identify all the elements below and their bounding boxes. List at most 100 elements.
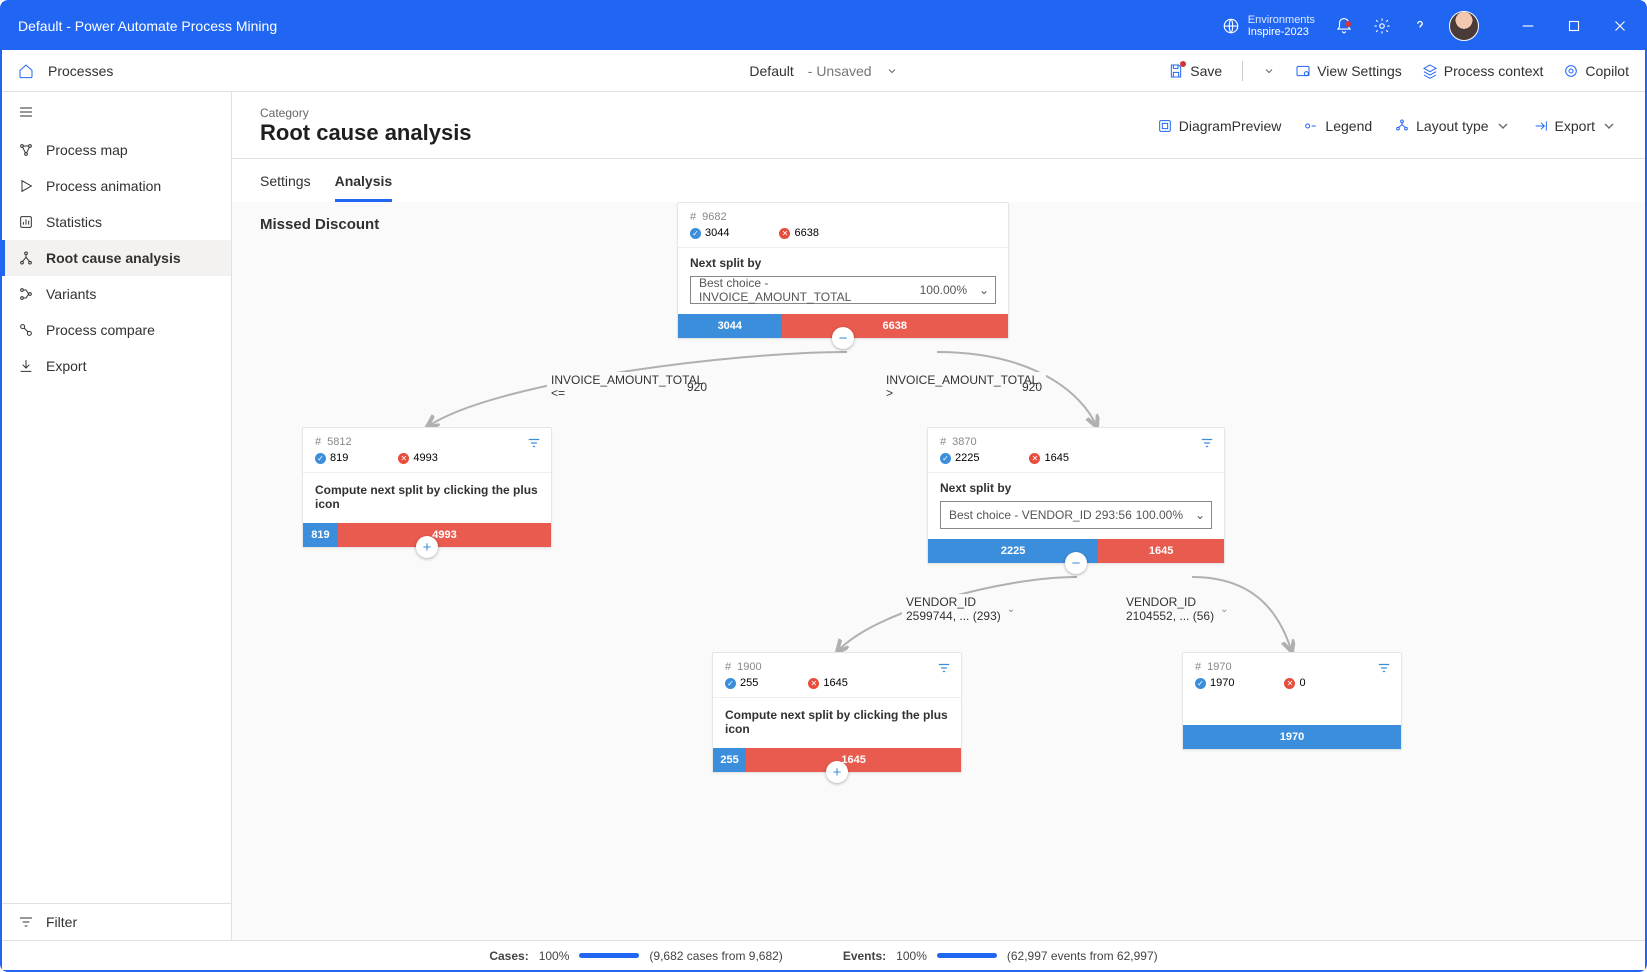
chevron-down-icon[interactable]: ⌄ xyxy=(1007,604,1015,615)
node-count: 1900 xyxy=(737,661,761,673)
page-title: Root cause analysis xyxy=(260,120,472,146)
play-icon xyxy=(18,178,34,194)
diagram-preview-button[interactable]: DiagramPreview xyxy=(1157,118,1282,134)
collapse-button[interactable]: − xyxy=(832,327,854,349)
diagram-canvas[interactable]: Missed Discount INVOICE_AMOUNT_TOTAL <= … xyxy=(232,202,1645,940)
x-icon: ✕ xyxy=(779,228,790,239)
node-count: 5812 xyxy=(327,436,351,448)
window-close-icon[interactable] xyxy=(1611,17,1629,35)
sidebar-item-process-animation[interactable]: Process animation xyxy=(2,168,231,204)
environment-icon xyxy=(1222,17,1240,35)
sidebar-item-statistics[interactable]: Statistics xyxy=(2,204,231,240)
process-map-icon xyxy=(18,142,34,158)
chevron-down-icon: ⌄ xyxy=(1195,508,1205,522)
hamburger-button[interactable] xyxy=(2,92,231,132)
edge-label-4: VENDOR_ID 2104552, ... (56) ⌄ xyxy=(1122,594,1232,625)
breadcrumb-processes[interactable]: Processes xyxy=(48,63,113,79)
sidebar-item-variants[interactable]: Variants xyxy=(2,276,231,312)
variants-icon xyxy=(18,286,34,302)
edge-label-2: INVOICE_AMOUNT_TOTAL > 920 xyxy=(882,372,1046,402)
check-icon: ✓ xyxy=(690,228,701,239)
analysis-title: Missed Discount xyxy=(260,216,379,233)
filter-icon xyxy=(18,914,34,930)
hash-icon: # xyxy=(940,436,946,448)
collapse-button[interactable]: − xyxy=(1065,552,1087,574)
notifications-icon[interactable] xyxy=(1335,17,1353,35)
cases-progress-bar xyxy=(579,953,639,958)
status-bar: Cases: 100% (9,682 cases from 9,682) Eve… xyxy=(2,940,1645,970)
copilot-button[interactable]: Copilot xyxy=(1563,63,1629,79)
edge-label-3: VENDOR_ID 2599744, ... (293) ⌄ xyxy=(902,594,1019,625)
sidebar-item-root-cause[interactable]: Root cause analysis xyxy=(2,240,231,276)
user-avatar[interactable] xyxy=(1449,11,1479,41)
node-left-2: # 1900 ✓255 ✕1645 Compute next split by … xyxy=(712,652,962,773)
split-selector[interactable]: Best choice - INVOICE_AMOUNT_TOTAL 100.0… xyxy=(690,276,996,304)
edge-label-1: INVOICE_AMOUNT_TOTAL <= 920 xyxy=(547,372,711,402)
check-icon: ✓ xyxy=(725,678,736,689)
export-button[interactable]: Export xyxy=(1533,118,1617,134)
save-chevron-icon[interactable] xyxy=(1263,65,1275,77)
main-content: Category Root cause analysis DiagramPrev… xyxy=(232,92,1645,940)
help-icon[interactable] xyxy=(1411,17,1429,35)
window-minimize-icon[interactable] xyxy=(1519,17,1537,35)
tab-analysis[interactable]: Analysis xyxy=(335,173,393,202)
chevron-down-icon xyxy=(1601,118,1617,134)
node-bar: 1970 xyxy=(1183,725,1401,749)
view-settings-button[interactable]: View Settings xyxy=(1295,63,1402,79)
process-context-button[interactable]: Process context xyxy=(1422,63,1544,79)
filter-icon[interactable] xyxy=(1200,436,1214,450)
hash-icon: # xyxy=(1195,661,1201,673)
notification-dot xyxy=(1345,21,1351,27)
check-icon: ✓ xyxy=(315,453,326,464)
check-icon: ✓ xyxy=(940,453,951,464)
root-cause-icon xyxy=(18,250,34,266)
node-count: 1970 xyxy=(1207,661,1231,673)
sidebar-item-process-map[interactable]: Process map xyxy=(2,132,231,168)
app-header: Default - Power Automate Process Mining … xyxy=(2,2,1645,50)
home-icon[interactable] xyxy=(18,63,34,79)
node-count: 9682 xyxy=(702,211,726,223)
sidebar-filter-button[interactable]: Filter xyxy=(2,903,231,940)
hash-icon: # xyxy=(725,661,731,673)
window-maximize-icon[interactable] xyxy=(1565,17,1583,35)
hash-icon: # xyxy=(315,436,321,448)
node-right-1: # 3870 ✓2225 ✕1645 Next split by Best ch… xyxy=(927,427,1225,564)
layout-type-button[interactable]: Layout type xyxy=(1394,118,1510,134)
events-progress-bar xyxy=(937,953,997,958)
breadcrumb-state: - Unsaved xyxy=(808,63,872,79)
statistics-icon xyxy=(18,214,34,230)
filter-icon[interactable] xyxy=(527,436,541,450)
save-dirty-dot xyxy=(1180,61,1186,67)
tab-settings[interactable]: Settings xyxy=(260,173,311,202)
chevron-down-icon: ⌄ xyxy=(979,283,989,297)
x-icon: ✕ xyxy=(1284,678,1295,689)
breadcrumb-default: Default xyxy=(749,63,793,79)
x-icon: ✕ xyxy=(808,678,819,689)
filter-icon[interactable] xyxy=(1377,661,1391,675)
sidebar-item-export[interactable]: Export xyxy=(2,348,231,384)
split-selector[interactable]: Best choice - VENDOR_ID 293:56 100.00% ⌄ xyxy=(940,501,1212,529)
settings-icon[interactable] xyxy=(1373,17,1391,35)
expand-button[interactable]: + xyxy=(416,536,438,558)
node-root: # 9682 ✓3044 ✕6638 Next split by Best ch… xyxy=(677,202,1009,339)
node-count: 3870 xyxy=(952,436,976,448)
legend-button[interactable]: Legend xyxy=(1303,118,1372,134)
x-icon: ✕ xyxy=(398,453,409,464)
export-icon xyxy=(18,358,34,374)
page-category: Category xyxy=(260,106,472,120)
toolbar: Processes Default - Unsaved Save View Se… xyxy=(2,50,1645,92)
node-left-1: # 5812 ✓819 ✕4993 Compute next split by … xyxy=(302,427,552,548)
app-title: Default - Power Automate Process Mining xyxy=(18,18,277,34)
chevron-down-icon[interactable] xyxy=(886,65,898,77)
sidebar: Process map Process animation Statistics… xyxy=(2,92,232,940)
sidebar-item-process-compare[interactable]: Process compare xyxy=(2,312,231,348)
check-icon: ✓ xyxy=(1195,678,1206,689)
compare-icon xyxy=(18,322,34,338)
node-right-2: # 1970 ✓1970 ✕0 1970 xyxy=(1182,652,1402,750)
chevron-down-icon[interactable]: ⌄ xyxy=(1220,604,1228,615)
environment-selector[interactable]: Environments Inspire-2023 xyxy=(1222,14,1315,38)
x-icon: ✕ xyxy=(1029,453,1040,464)
expand-button[interactable]: + xyxy=(826,761,848,783)
filter-icon[interactable] xyxy=(937,661,951,675)
save-button[interactable]: Save xyxy=(1168,63,1222,79)
